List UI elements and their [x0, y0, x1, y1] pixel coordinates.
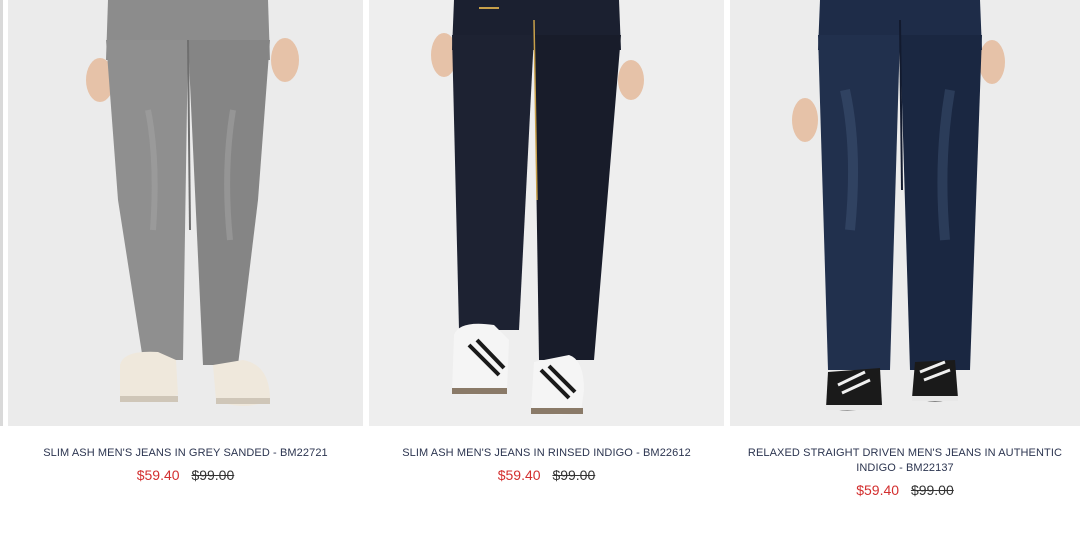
product-image[interactable]: [730, 0, 1080, 426]
jeans-photo: [730, 0, 1080, 426]
product-card[interactable]: SLIM ASH MEN'S JEANS IN RINSED INDIGO - …: [369, 0, 724, 483]
product-grid: SLIM ASH MEN'S JEANS IN GREY SANDED - BM…: [0, 0, 1080, 540]
jeans-photo: [369, 0, 724, 426]
product-image[interactable]: [369, 0, 724, 426]
original-price: $99.00: [191, 467, 235, 483]
price-row: $59.40 $99.00: [730, 482, 1080, 498]
previous-card-edge: [0, 0, 3, 426]
sale-price: $59.40: [856, 482, 900, 498]
original-price: $99.00: [552, 467, 596, 483]
product-image[interactable]: [8, 0, 363, 426]
product-card[interactable]: SLIM ASH MEN'S JEANS IN GREY SANDED - BM…: [8, 0, 363, 483]
product-card[interactable]: RELAXED STRAIGHT DRIVEN MEN'S JEANS IN A…: [730, 0, 1080, 498]
product-title[interactable]: SLIM ASH MEN'S JEANS IN RINSED INDIGO - …: [369, 446, 724, 461]
sale-price: $59.40: [497, 467, 541, 483]
price-row: $59.40 $99.00: [8, 467, 363, 483]
price-row: $59.40 $99.00: [369, 467, 724, 483]
original-price: $99.00: [910, 482, 954, 498]
jeans-photo: [8, 0, 363, 426]
product-title[interactable]: SLIM ASH MEN'S JEANS IN GREY SANDED - BM…: [8, 446, 363, 461]
sale-price: $59.40: [136, 467, 180, 483]
product-title[interactable]: RELAXED STRAIGHT DRIVEN MEN'S JEANS IN A…: [730, 446, 1080, 476]
